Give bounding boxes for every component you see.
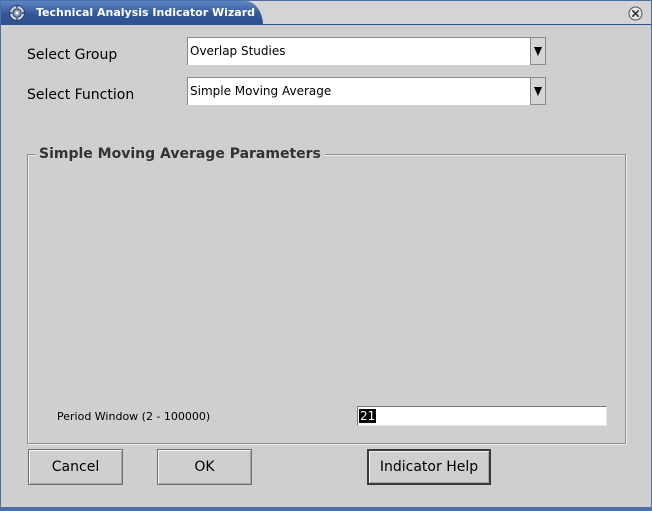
dialog-window: Technical Analysis Indicator Wizard Sele… — [0, 0, 652, 511]
title-tab: Technical Analysis Indicator Wizard — [1, 1, 263, 25]
window-bottom-border — [1, 507, 651, 510]
cancel-button[interactable]: Cancel — [28, 449, 123, 485]
select-function-label: Select Function — [27, 87, 135, 103]
indicator-help-button[interactable]: Indicator Help — [367, 449, 491, 485]
function-dropdown-button[interactable] — [530, 77, 546, 105]
function-select-field[interactable]: Simple Moving Average — [187, 77, 530, 105]
period-window-input[interactable]: 21 — [357, 406, 607, 426]
chevron-down-icon — [534, 47, 542, 56]
parameters-legend: Simple Moving Average Parameters — [35, 146, 325, 162]
period-window-value: 21 — [359, 409, 377, 423]
function-select[interactable]: Simple Moving Average — [187, 77, 546, 105]
group-select-value: Overlap Studies — [190, 44, 286, 58]
window-title: Technical Analysis Indicator Wizard — [36, 6, 256, 19]
title-divider — [1, 24, 651, 25]
select-group-label: Select Group — [27, 47, 118, 63]
parameters-group-box — [27, 154, 626, 444]
group-select-field[interactable]: Overlap Studies — [187, 37, 530, 65]
ok-button[interactable]: OK — [157, 449, 252, 485]
chevron-down-icon — [534, 87, 542, 96]
period-window-label: Period Window (2 - 100000) — [57, 410, 211, 423]
function-select-value: Simple Moving Average — [190, 84, 332, 98]
group-select[interactable]: Overlap Studies — [187, 37, 546, 65]
close-icon[interactable] — [628, 6, 643, 21]
title-bar[interactable]: Technical Analysis Indicator Wizard — [1, 1, 651, 25]
group-dropdown-button[interactable] — [530, 37, 546, 65]
gear-icon — [9, 5, 25, 21]
